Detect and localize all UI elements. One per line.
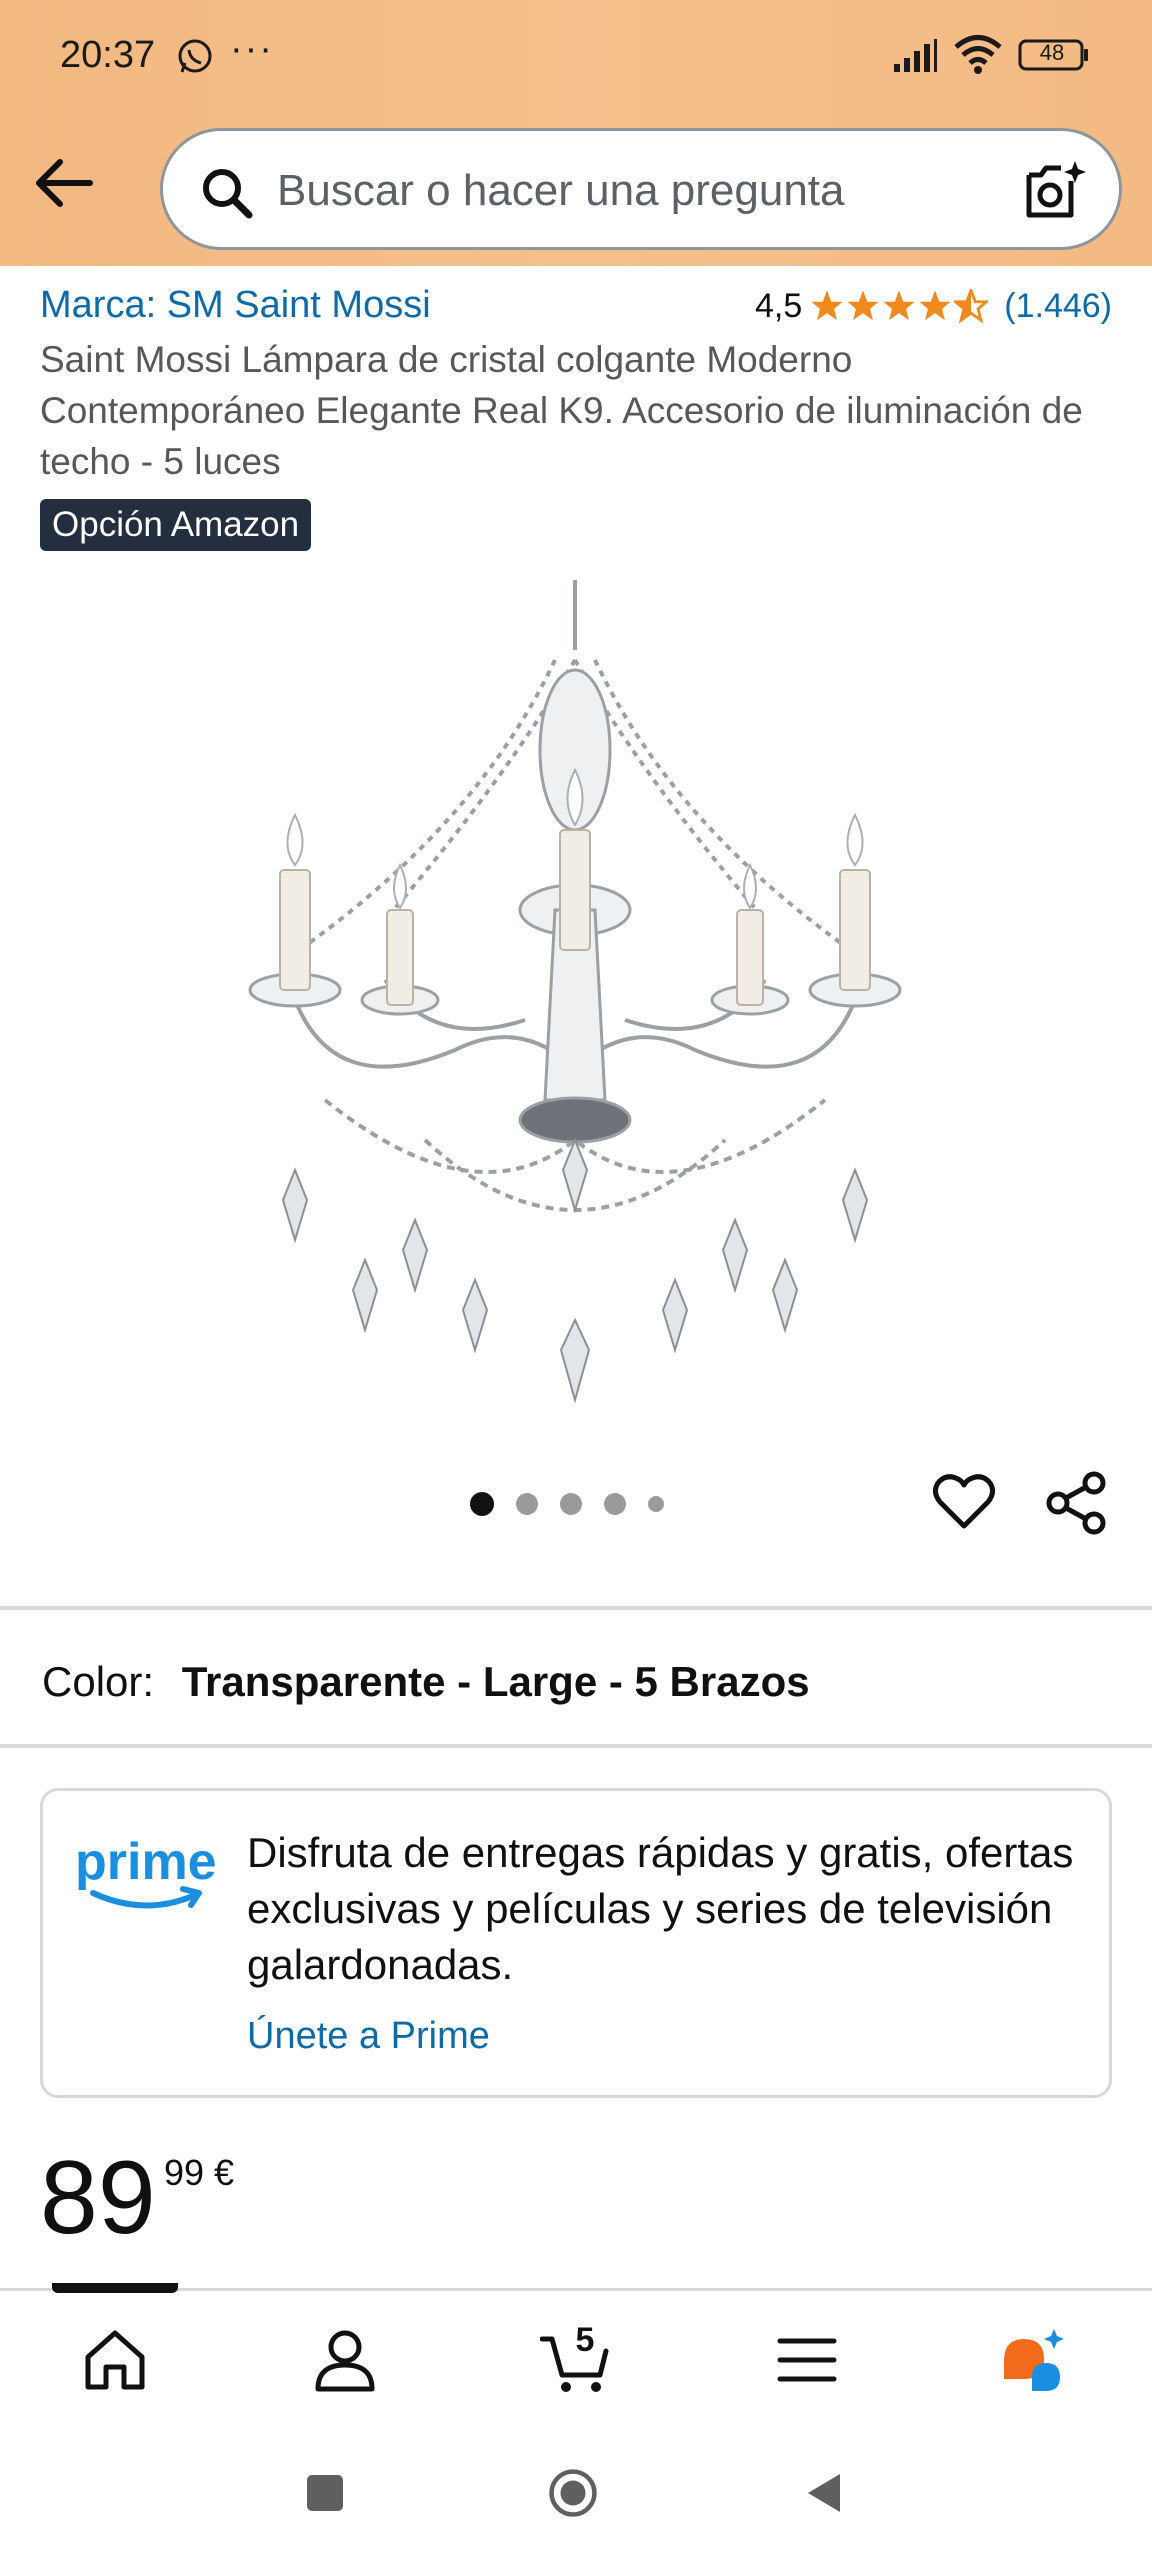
- join-prime-link[interactable]: Únete a Prime: [247, 2015, 490, 2058]
- battery-level: 48: [1039, 40, 1065, 65]
- status-time: 20:37: [60, 34, 156, 76]
- product-title: Saint Mossi Lámpara de cristal colgante …: [40, 339, 1083, 482]
- star-icon: [811, 290, 843, 321]
- whatsapp-icon: [178, 39, 212, 73]
- product-price: 89 99 €: [40, 2138, 234, 2258]
- price-fraction: 99 €: [164, 2152, 235, 2193]
- product-image-chandelier[interactable]: [175, 580, 975, 1410]
- svg-text:prime: prime: [75, 1833, 217, 1891]
- camera-search-icon[interactable]: [1023, 159, 1089, 223]
- image-pager[interactable]: [470, 1492, 686, 1516]
- search-icon: [203, 169, 253, 219]
- star-icon: [919, 290, 951, 321]
- pager-dot[interactable]: [516, 1493, 538, 1515]
- color-label: Color:: [42, 1658, 155, 1705]
- brand-link[interactable]: Marca: SM Saint Mossi: [40, 284, 431, 327]
- pager-dot[interactable]: [470, 1492, 494, 1516]
- prime-description: Disfruta de entregas rápidas y gratis, o…: [247, 1829, 1074, 1988]
- rating-value: 4,5: [755, 286, 803, 325]
- color-variation[interactable]: Color: Transparente - Large - 5 Brazos: [42, 1658, 810, 1706]
- wifi-icon: [954, 35, 1002, 74]
- heart-wishlist-icon[interactable]: [932, 1470, 996, 1534]
- active-tab-indicator: [52, 2283, 178, 2293]
- star-icon: [883, 290, 915, 321]
- amazon-choice-badge: Opción Amazon: [40, 499, 312, 551]
- search-input[interactable]: [277, 161, 917, 221]
- prime-logo: prime: [75, 1833, 217, 1909]
- cart-count-badge: 5: [575, 2321, 595, 2359]
- divider: [0, 1744, 1152, 1748]
- star-icon: [847, 290, 879, 321]
- account-icon[interactable]: [310, 2325, 380, 2395]
- bottom-navigation: 5: [0, 2283, 1152, 2426]
- system-navigation-bar: [0, 2428, 1152, 2560]
- status-bar: 20:37 ··· 48: [0, 0, 1152, 110]
- rating-summary[interactable]: 4,5 (1.446): [755, 284, 1112, 328]
- review-count: (1.446): [1004, 286, 1112, 325]
- price-whole: 89: [40, 2140, 156, 2256]
- back-button-icon[interactable]: [800, 2468, 850, 2518]
- rufus-assistant-icon[interactable]: [998, 2325, 1068, 2395]
- pager-dot[interactable]: [560, 1493, 582, 1515]
- menu-icon[interactable]: [772, 2325, 842, 2395]
- signal-icon: [894, 39, 937, 72]
- share-icon[interactable]: [1044, 1470, 1110, 1536]
- more-notifications-indicator: ···: [230, 28, 274, 70]
- half-star-icon: [954, 289, 989, 323]
- home-button-icon[interactable]: [548, 2468, 598, 2518]
- divider: [0, 1606, 1152, 1610]
- recents-button-icon[interactable]: [300, 2468, 350, 2518]
- home-icon[interactable]: [80, 2325, 150, 2395]
- star-rating: [810, 289, 990, 323]
- search-bar[interactable]: [160, 128, 1122, 250]
- pager-dot[interactable]: [604, 1493, 626, 1515]
- pager-dot[interactable]: [648, 1496, 664, 1512]
- color-value: Transparente - Large - 5 Brazos: [181, 1658, 810, 1705]
- prime-promo-card: prime Disfruta de entregas rápidas y gra…: [40, 1788, 1112, 2098]
- app-header: 20:37 ··· 48: [0, 0, 1152, 266]
- back-arrow-icon[interactable]: [30, 150, 100, 216]
